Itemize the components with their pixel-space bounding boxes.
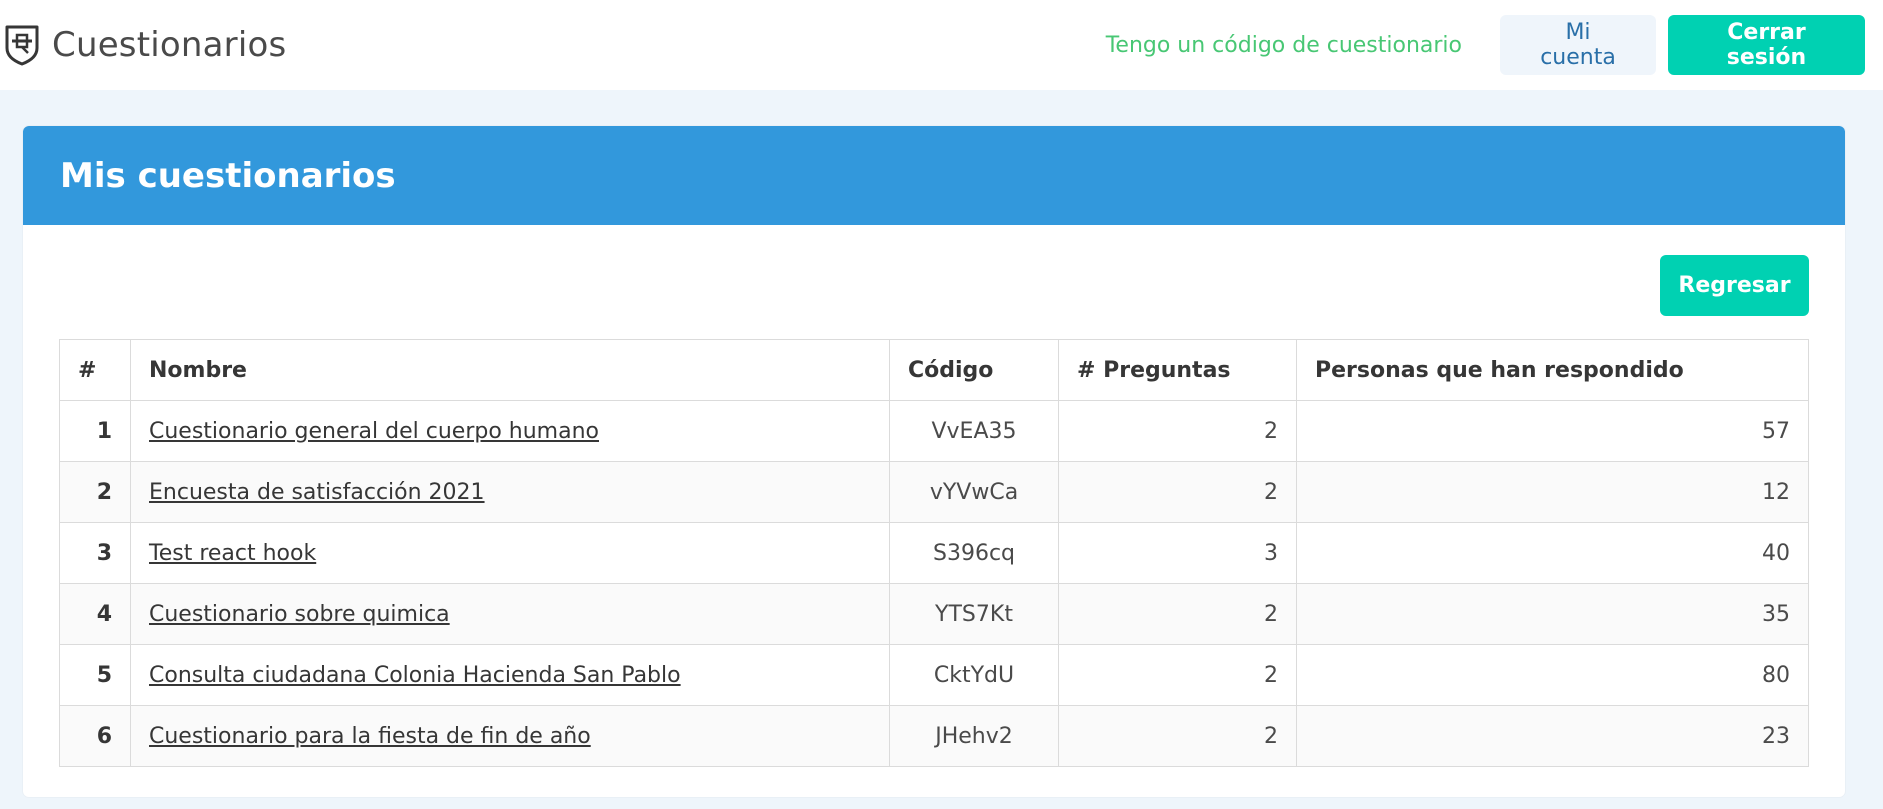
- row-responses: 23: [1296, 705, 1809, 767]
- row-questions: 2: [1058, 461, 1297, 523]
- header-questions: # Preguntas: [1058, 339, 1297, 401]
- row-responses: 35: [1296, 583, 1809, 645]
- header-code: Código: [889, 339, 1059, 401]
- table-header-row: # Nombre Código # Preguntas Personas que…: [59, 339, 1809, 401]
- row-responses: 40: [1296, 522, 1809, 584]
- questionnaire-code-link[interactable]: Tengo un código de cuestionario: [1106, 33, 1462, 58]
- header-responses: Personas que han respondido: [1296, 339, 1809, 401]
- row-code: VvEA35: [889, 400, 1059, 462]
- row-questions: 2: [1058, 705, 1297, 767]
- row-number: 3: [59, 522, 131, 584]
- row-number: 1: [59, 400, 131, 462]
- row-questions: 2: [1058, 583, 1297, 645]
- row-code: CktYdU: [889, 644, 1059, 706]
- page-title: Mis cuestionarios: [60, 155, 396, 196]
- header-number: #: [59, 339, 131, 401]
- questionnaire-link[interactable]: Cuestionario para la fiesta de fin de añ…: [149, 724, 591, 749]
- row-questions: 3: [1058, 522, 1297, 584]
- header-name: Nombre: [130, 339, 890, 401]
- card-header: Mis cuestionarios: [23, 126, 1845, 225]
- brand[interactable]: Cuestionarios: [0, 0, 286, 90]
- row-responses: 12: [1296, 461, 1809, 523]
- questionnaire-link[interactable]: Encuesta de satisfacción 2021: [149, 480, 485, 505]
- table-row: 3 Test react hook S396cq 3 40: [59, 522, 1809, 584]
- row-questions: 2: [1058, 644, 1297, 706]
- questionnaire-link[interactable]: Cuestionario general del cuerpo humano: [149, 419, 599, 444]
- row-code: JHehv2: [889, 705, 1059, 767]
- row-responses: 80: [1296, 644, 1809, 706]
- row-number: 4: [59, 583, 131, 645]
- navbar: Cuestionarios Tengo un código de cuestio…: [0, 0, 1883, 90]
- navbar-actions: Tengo un código de cuestionario Mi cuent…: [1106, 15, 1865, 75]
- my-account-button[interactable]: Mi cuenta: [1500, 15, 1656, 75]
- table-row: 2 Encuesta de satisfacción 2021 vYVwCa 2…: [59, 461, 1809, 523]
- table-row: 5 Consulta ciudadana Colonia Hacienda Sa…: [59, 644, 1809, 706]
- questionnaires-table: # Nombre Código # Preguntas Personas que…: [59, 339, 1809, 767]
- row-number: 6: [59, 705, 131, 767]
- table-row: 4 Cuestionario sobre quimica YTS7Kt 2 35: [59, 583, 1809, 645]
- shield-icon: [4, 24, 40, 66]
- table-row: 1 Cuestionario general del cuerpo humano…: [59, 400, 1809, 462]
- questionnaire-link[interactable]: Cuestionario sobre quimica: [149, 602, 450, 627]
- row-code: vYVwCa: [889, 461, 1059, 523]
- row-number: 5: [59, 644, 131, 706]
- row-number: 2: [59, 461, 131, 523]
- questionnaire-link[interactable]: Consulta ciudadana Colonia Hacienda San …: [149, 663, 681, 688]
- row-code: YTS7Kt: [889, 583, 1059, 645]
- row-code: S396cq: [889, 522, 1059, 584]
- logout-button[interactable]: Cerrar sesión: [1668, 15, 1865, 75]
- back-button[interactable]: Regresar: [1660, 255, 1809, 316]
- questionnaires-card: Mis cuestionarios Regresar # Nombre Códi…: [23, 126, 1845, 797]
- row-questions: 2: [1058, 400, 1297, 462]
- brand-title: Cuestionarios: [52, 25, 287, 65]
- questionnaire-link[interactable]: Test react hook: [149, 541, 316, 566]
- row-responses: 57: [1296, 400, 1809, 462]
- table-row: 6 Cuestionario para la fiesta de fin de …: [59, 705, 1809, 767]
